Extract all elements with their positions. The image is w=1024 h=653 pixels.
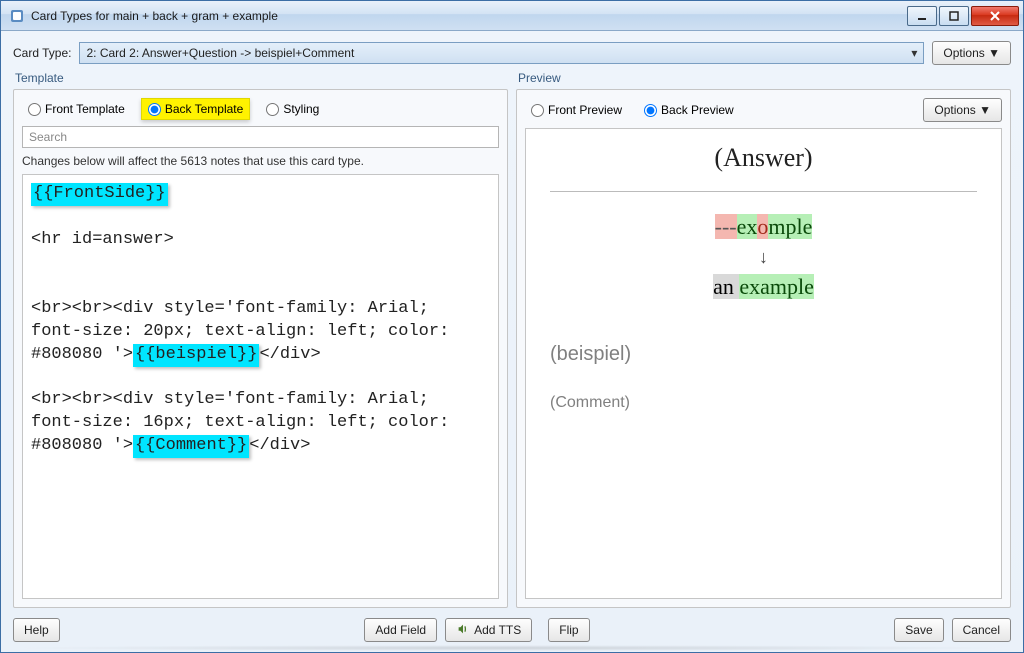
radio-front-template-label: Front Template [45, 102, 125, 116]
code-beispiel-token: {{beispiel}} [133, 344, 259, 367]
flip-button-label: Flip [559, 623, 578, 637]
template-panel: Template Front Template Back Template [13, 71, 508, 608]
radio-front-preview[interactable]: Front Preview [525, 100, 628, 120]
preview-diff: ---exomple ↓ an example [550, 212, 977, 303]
cancel-button[interactable]: Cancel [952, 618, 1011, 642]
preview-area[interactable]: (Answer) ---exomple ↓ an example (beispi… [525, 128, 1002, 599]
template-header: Template [15, 71, 508, 85]
save-button[interactable]: Save [894, 618, 943, 642]
diff-wrong-pre: ex [737, 214, 758, 239]
help-button[interactable]: Help [13, 618, 60, 642]
help-button-label: Help [24, 623, 49, 637]
radio-front-template[interactable]: Front Template [22, 99, 131, 119]
bottom-bar: Help Add Field Add TTS Flip Save Cancel [13, 618, 1011, 642]
preview-groupbox: Front Preview Back Preview Options ▼ [516, 89, 1011, 608]
app-icon [9, 8, 25, 24]
preview-answer-hr [550, 191, 977, 192]
window-title: Card Types for main + back + gram + exam… [31, 9, 905, 23]
radio-front-template-input[interactable] [28, 103, 41, 116]
template-groupbox: Front Template Back Template Styling Sea… [13, 89, 508, 608]
template-search-placeholder: Search [29, 130, 67, 144]
template-radios: Front Template Back Template Styling [22, 98, 499, 120]
titlebar[interactable]: Card Types for main + back + gram + exam… [1, 1, 1023, 31]
template-hint: Changes below will affect the 5613 notes… [22, 154, 499, 168]
radio-back-preview[interactable]: Back Preview [638, 100, 740, 120]
code-comment-token: {{Comment}} [133, 435, 249, 458]
client-area: Card Type: 2: Card 2: Answer+Question ->… [1, 31, 1023, 652]
radio-back-preview-label: Back Preview [661, 103, 734, 117]
preview-panel: Preview Front Preview Back Preview [516, 71, 1011, 608]
preview-answer-title: (Answer) [550, 143, 977, 173]
preview-diff-correct-line: an example [550, 272, 977, 303]
diff-wrong-post: mple [768, 214, 812, 239]
card-type-label: Card Type: [13, 46, 71, 60]
minimize-button[interactable] [907, 6, 937, 26]
diff-correct-word: example [739, 274, 814, 299]
diff-wrong-letter: o [757, 214, 768, 239]
diff-correct-pre: an [713, 274, 739, 299]
code-line-6-tail: </div> [259, 345, 320, 364]
radio-styling-label: Styling [283, 102, 319, 116]
card-type-row: Card Type: 2: Card 2: Answer+Question ->… [13, 41, 1011, 65]
panels: Template Front Template Back Template [13, 71, 1011, 608]
radio-back-preview-input[interactable] [644, 104, 657, 117]
window-buttons [905, 6, 1019, 26]
preview-diff-wrong-line: ---exomple [550, 212, 977, 243]
code-line-8-tail: </div> [249, 436, 310, 455]
diff-arrow: ↓ [550, 245, 977, 270]
code-frontside-token: {{FrontSide}} [31, 183, 168, 206]
preview-header: Preview [518, 71, 1011, 85]
preview-radios: Front Preview Back Preview [525, 100, 740, 120]
radio-styling[interactable]: Styling [260, 99, 325, 119]
add-field-label: Add Field [375, 623, 426, 637]
radio-back-template-input[interactable] [148, 103, 161, 116]
preview-options-button[interactable]: Options ▼ [923, 98, 1002, 122]
maximize-button[interactable] [939, 6, 969, 26]
radio-front-preview-input[interactable] [531, 104, 544, 117]
save-button-label: Save [905, 623, 932, 637]
speaker-icon [456, 622, 470, 639]
flip-button[interactable]: Flip [548, 618, 589, 642]
preview-comment-label: (Comment) [550, 394, 977, 412]
radio-back-template-label: Back Template [165, 102, 244, 116]
radio-styling-input[interactable] [266, 103, 279, 116]
close-button[interactable] [971, 6, 1019, 26]
diff-wrong-dashes: --- [715, 214, 737, 239]
template-search-input[interactable]: Search [22, 126, 499, 148]
window-frame: Card Types for main + back + gram + exam… [0, 0, 1024, 653]
preview-beispiel-label: (beispiel) [550, 343, 977, 366]
card-type-options-button[interactable]: Options ▼ [932, 41, 1011, 65]
card-type-selected: 2: Card 2: Answer+Question -> beispiel+C… [86, 46, 354, 60]
preview-header-row: Front Preview Back Preview Options ▼ [525, 98, 1002, 122]
card-type-select[interactable]: 2: Card 2: Answer+Question -> beispiel+C… [79, 42, 924, 64]
cancel-button-label: Cancel [963, 623, 1000, 637]
add-field-button[interactable]: Add Field [364, 618, 437, 642]
radio-back-template[interactable]: Back Template [141, 98, 251, 120]
preview-options-label: Options ▼ [934, 103, 991, 117]
card-type-options-label: Options ▼ [943, 46, 1000, 60]
template-editor[interactable]: {{FrontSide}} <hr id=answer> <br><br><di… [22, 174, 499, 599]
add-tts-label: Add TTS [474, 623, 521, 637]
radio-front-preview-label: Front Preview [548, 103, 622, 117]
add-tts-button[interactable]: Add TTS [445, 618, 532, 642]
code-line-3: <hr id=answer> [31, 230, 174, 249]
